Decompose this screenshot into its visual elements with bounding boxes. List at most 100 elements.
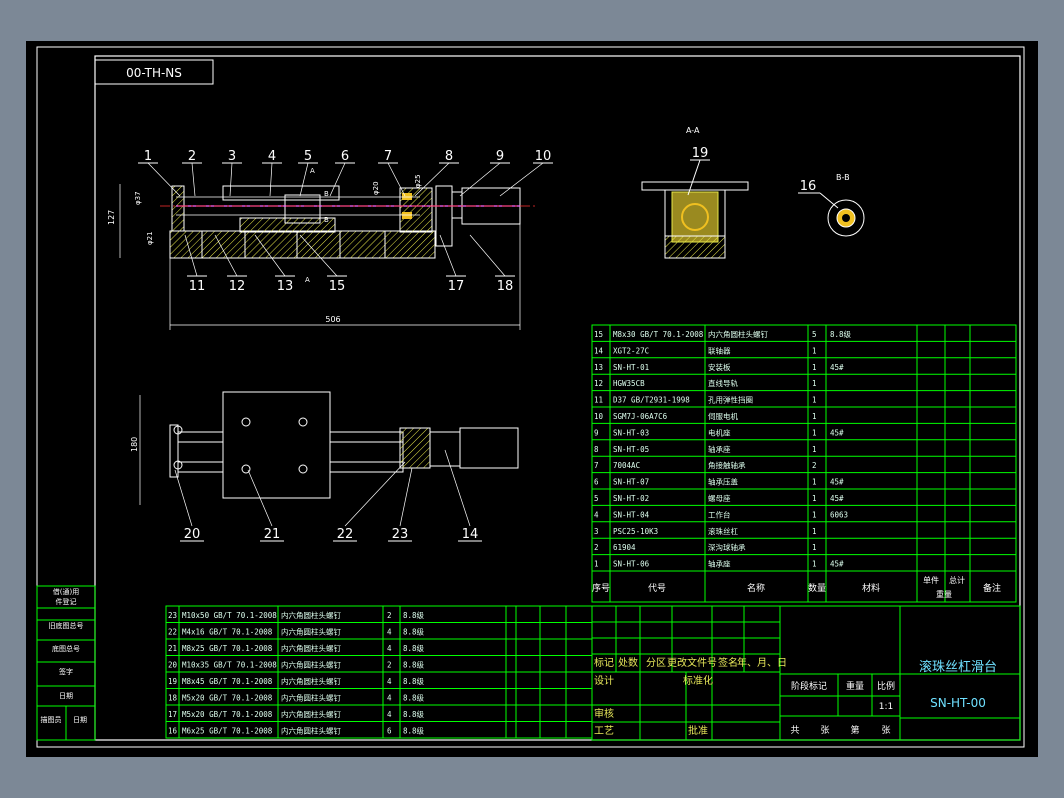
parts-list-lower: 23 M10x50 GB/T 70.1-2008 内六角圆柱头螺钉 2 8.8级 22 M4…	[165, 605, 593, 739]
motor-mount	[435, 185, 453, 247]
dim-height: 127	[107, 210, 116, 225]
balloon-18: 18	[497, 279, 514, 294]
worktable	[222, 185, 340, 201]
cell-code: M10x35 GB/T 70.1-2008	[182, 661, 277, 670]
base-plate	[169, 230, 436, 259]
strip-label: 底图总号	[52, 644, 80, 653]
top-view: 180 20 21 22 23 14	[130, 391, 519, 542]
cell-mat: 8.8级	[403, 709, 425, 719]
leader	[387, 162, 406, 197]
table-row: 1 SN-HT-06 轴承座 1 45#	[594, 559, 844, 569]
cell-no: 5	[594, 494, 599, 503]
cell-qty: 4	[387, 644, 392, 653]
table-row: 6 SN-HT-07 轴承压盖 1 45#	[594, 477, 844, 487]
balloon-16: 16	[800, 179, 817, 194]
cell-no: 20	[168, 661, 178, 670]
cell-code: SN-HT-06	[613, 560, 650, 569]
leader	[174, 469, 193, 527]
balloon-21: 21	[264, 527, 281, 542]
cell-name: 工作台	[708, 509, 731, 519]
cell-qty: 1	[812, 379, 817, 388]
cell-mat: 8.8级	[403, 676, 425, 686]
cell-code: M8x25 GB/T 70.1-2008	[182, 644, 273, 653]
strip-label: 日期	[73, 716, 87, 724]
balloon-6: 6	[341, 149, 349, 164]
cell-mat: 45#	[830, 560, 844, 569]
cell-no: 21	[168, 644, 177, 653]
leader	[499, 162, 544, 197]
coupling-top	[429, 431, 461, 467]
cell-no: 14	[594, 346, 604, 355]
table-row: 20 M10x35 GB/T 70.1-2008 内六角圆柱头螺钉 2 8.8级	[168, 660, 425, 670]
tb-stage-mark: 阶段标记	[791, 680, 827, 692]
guide-rail	[239, 217, 336, 233]
cell-mat: 8.8级	[403, 643, 425, 653]
section-a-a: A-A 19	[641, 126, 749, 259]
tb-sheet-no: 第	[850, 724, 859, 736]
cell-qty: 1	[812, 445, 817, 454]
nut-section	[671, 191, 719, 243]
bearing-top	[402, 193, 412, 200]
cell-mat: 45#	[830, 478, 844, 487]
header-total: 总计	[949, 575, 965, 585]
cell-qty: 1	[812, 346, 817, 355]
leader	[439, 234, 457, 277]
table-row: 19 M8x45 GB/T 70.1-2008 内六角圆柱头螺钉 4 8.8级	[168, 676, 425, 686]
balloon-15: 15	[329, 279, 346, 294]
header-qty: 数量	[808, 582, 826, 594]
cell-code: SN-HT-02	[613, 494, 649, 503]
cell-name: 内六角圆柱头螺钉	[281, 610, 341, 620]
drawing-code-text: 00-TH-NS	[126, 66, 182, 80]
cell-mat: 8.8级	[830, 329, 852, 339]
cell-name: 内六角圆柱头螺钉	[281, 693, 341, 703]
cell-qty: 1	[812, 494, 817, 503]
cell-name: 安装板	[708, 362, 731, 372]
outer-border	[36, 46, 1025, 748]
cell-code: M4x16 GB/T 70.1-2008	[182, 628, 273, 637]
cell-no: 3	[594, 527, 599, 536]
cell-no: 17	[168, 710, 177, 719]
leader	[399, 467, 413, 527]
balloon-10: 10	[535, 149, 552, 164]
cell-no: 18	[168, 694, 178, 703]
tb-weight: 重量	[846, 680, 864, 692]
flange-center	[842, 214, 850, 222]
parts-header: 序号 代号 名称 数量 材料 单件 总计重量 备注	[592, 575, 1001, 599]
cell-code: SN-HT-01	[613, 363, 649, 372]
cell-mat: 8.8级	[403, 610, 425, 620]
cell-qty: 1	[812, 510, 817, 519]
dim-d2: φ20	[372, 181, 380, 195]
tb-drawing-no: SN-HT-00	[930, 696, 986, 710]
cell-code: SN-HT-07	[613, 478, 649, 487]
tb-review: 审核	[594, 707, 614, 720]
cell-name: 角接触轴承	[708, 460, 746, 470]
cell-no: 19	[168, 677, 177, 686]
cell-no: 23	[168, 611, 177, 620]
cell-code: M5x20 GB/T 70.1-2008	[182, 710, 273, 719]
cell-mat: 8.8级	[403, 627, 425, 637]
tb-date: 年、月、日	[737, 656, 787, 669]
header-weight: 重量	[936, 589, 952, 599]
end-bearing-seat-left	[171, 185, 185, 232]
balloon-14: 14	[462, 527, 479, 542]
balloon-13: 13	[277, 279, 294, 294]
section-b-b: B-B 16	[798, 173, 865, 237]
cell-name: 内六角圆柱头螺钉	[281, 627, 341, 637]
balloon-4: 4	[268, 149, 276, 164]
table-row: 4 SN-HT-04 工作台 1 6063	[594, 509, 848, 519]
worktable-top	[222, 391, 331, 499]
cad-window: 00-TH-NS A A B B 506 127 φ37 φ21 φ20 φ25…	[0, 0, 1064, 798]
dim-width: 180	[130, 437, 139, 452]
cell-qty: 4	[387, 628, 392, 637]
tb-approve: 批准	[688, 724, 708, 737]
drawing-canvas[interactable]: 00-TH-NS A A B B 506 127 φ37 φ21 φ20 φ25…	[0, 0, 1064, 798]
cell-qty: 1	[812, 527, 817, 536]
parts-list-upper: 15 M8x30 GB/T 70.1-2008 内六角圆柱头螺钉 5 8.8级14 XGT…	[591, 324, 1017, 603]
leader	[819, 192, 839, 209]
cell-code: M5x20 GB/T 70.1-2008	[182, 694, 273, 703]
balloon-1: 1	[144, 149, 152, 164]
balloon-5: 5	[304, 149, 312, 164]
cell-qty: 1	[812, 560, 817, 569]
header-no: 序号	[592, 582, 610, 594]
strip-label: 件登记	[56, 597, 77, 606]
